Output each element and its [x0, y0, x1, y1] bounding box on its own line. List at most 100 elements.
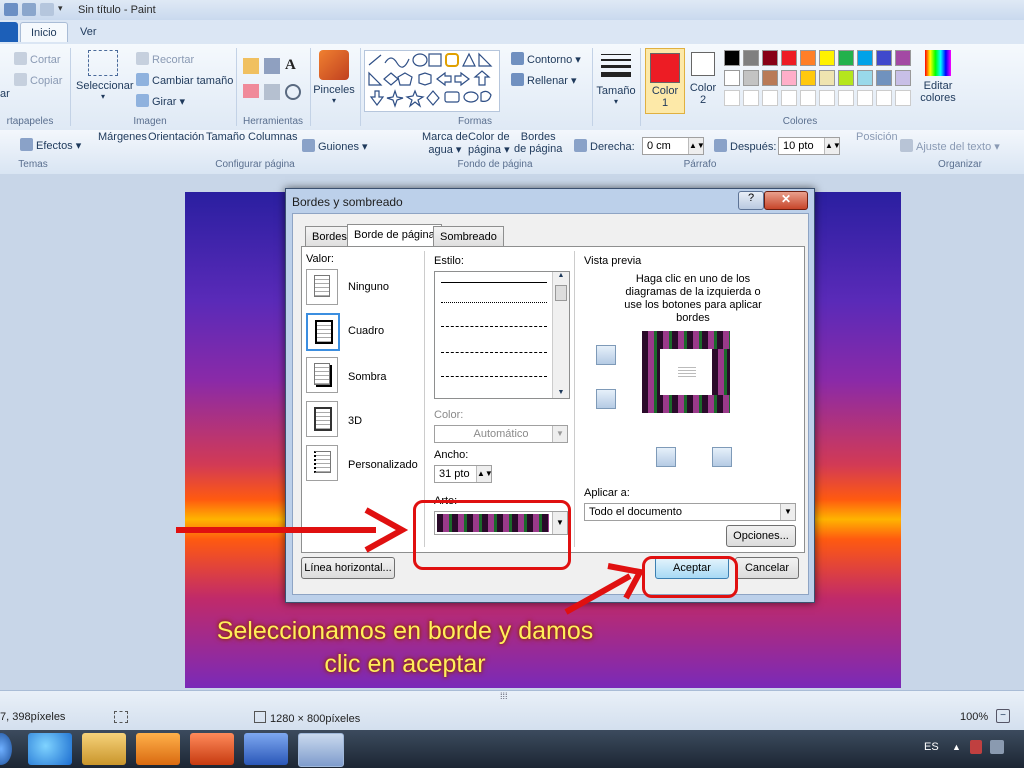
style-scrollbar[interactable]: ▲ ▼	[552, 272, 569, 398]
resize-grip-icon[interactable]: ⁞⁞⁞	[500, 691, 508, 701]
paste-label[interactable]: ar	[0, 88, 10, 100]
columns-button[interactable]: Columnas	[248, 131, 298, 143]
color-swatch[interactable]	[876, 50, 892, 66]
tab-borde-de-pagina[interactable]: Borde de página	[347, 224, 442, 247]
tab-sombreado[interactable]: Sombreado	[433, 226, 504, 246]
help-button[interactable]: ?	[738, 191, 764, 210]
orientation-button[interactable]: Orientación	[148, 131, 204, 143]
watermark-button[interactable]: Marca de agua ▾	[422, 131, 468, 156]
custom-color-slot[interactable]	[781, 90, 797, 106]
internet-explorer-icon[interactable]	[28, 733, 72, 765]
effects-button[interactable]: Efectos ▾	[20, 138, 81, 152]
color-swatch[interactable]	[819, 50, 835, 66]
color-swatch[interactable]	[781, 50, 797, 66]
custom-color-slot[interactable]	[819, 90, 835, 106]
rotate-button[interactable]: Girar ▾	[136, 94, 185, 108]
magnifier-icon[interactable]	[285, 84, 301, 100]
width-select[interactable]: 31 pto ▲▼	[434, 465, 493, 483]
customize-quick-access-icon[interactable]: ▾	[58, 3, 72, 16]
color-swatch[interactable]	[876, 70, 892, 86]
color-swatch[interactable]	[819, 70, 835, 86]
text-tool-icon[interactable]: A	[285, 57, 296, 74]
custom-color-slot[interactable]	[762, 90, 778, 106]
start-button[interactable]	[0, 733, 12, 765]
custom-color-slot[interactable]	[857, 90, 873, 106]
setting-3d-label[interactable]: 3D	[348, 415, 362, 427]
apply-to-select[interactable]: Todo el documento ▼	[584, 503, 796, 521]
show-hidden-icons-icon[interactable]: ▲	[952, 742, 961, 752]
setting-custom-icon[interactable]	[306, 445, 338, 481]
setting-custom-label[interactable]: Personalizado	[348, 459, 418, 471]
copy-button[interactable]: Copiar	[14, 73, 62, 87]
paint-menu-icon[interactable]	[4, 3, 18, 16]
select-button[interactable]: Seleccionar ▾	[76, 50, 133, 101]
bottom-border-button[interactable]	[596, 389, 616, 409]
file-menu-button[interactable]	[0, 22, 18, 42]
color-swatch[interactable]	[800, 70, 816, 86]
color-swatch[interactable]	[724, 50, 740, 66]
chevron-down-icon[interactable]: ▼	[780, 504, 795, 520]
color-swatch[interactable]	[838, 50, 854, 66]
color-swatch[interactable]	[857, 70, 873, 86]
custom-color-slot[interactable]	[895, 90, 911, 106]
right-border-button[interactable]	[712, 447, 732, 467]
setting-box-icon[interactable]	[306, 313, 340, 351]
word-icon[interactable]	[244, 733, 288, 765]
network-icon[interactable]	[990, 740, 1004, 754]
tab-ver[interactable]: Ver	[70, 22, 107, 42]
custom-color-slot[interactable]	[838, 90, 854, 106]
custom-color-slot[interactable]	[743, 90, 759, 106]
color2-button[interactable]: Color 2	[686, 52, 720, 106]
cancel-button[interactable]: Cancelar	[735, 557, 799, 579]
chevron-down-icon[interactable]: ▼	[552, 426, 567, 442]
color-picker-icon[interactable]	[264, 84, 280, 100]
color-select[interactable]: Automático ▼	[434, 425, 568, 443]
color1-button[interactable]: Color 1	[645, 48, 685, 114]
position-button[interactable]: Posición	[856, 131, 898, 143]
tab-inicio[interactable]: Inicio	[20, 22, 68, 42]
color-swatch[interactable]	[800, 50, 816, 66]
options-button[interactable]: Opciones...	[726, 525, 796, 547]
wrap-text-button[interactable]: Ajuste del texto ▾	[900, 139, 1000, 153]
undo-icon[interactable]	[22, 3, 36, 16]
color-swatch[interactable]	[895, 70, 911, 86]
setting-3d-icon[interactable]	[306, 401, 338, 437]
cut-button[interactable]: Cortar	[14, 52, 61, 66]
color-swatch[interactable]	[781, 70, 797, 86]
color-swatch[interactable]	[724, 70, 740, 86]
color-swatch[interactable]	[743, 70, 759, 86]
spacing-after-input[interactable]: 10 pto ▲▼	[778, 137, 841, 155]
left-border-button[interactable]	[656, 447, 676, 467]
media-player-icon[interactable]	[136, 733, 180, 765]
zoom-out-icon[interactable]: −	[996, 709, 1010, 723]
top-border-button[interactable]	[596, 345, 616, 365]
language-indicator[interactable]: ES	[924, 741, 939, 753]
horizontal-line-button[interactable]: Línea horizontal...	[301, 557, 395, 579]
color-swatch[interactable]	[762, 70, 778, 86]
scroll-thumb[interactable]	[555, 285, 567, 301]
page-borders-button[interactable]: Bordes de página	[514, 131, 562, 155]
eraser-icon[interactable]	[243, 84, 259, 98]
fill-bucket-icon[interactable]	[264, 58, 280, 74]
hyphens-button[interactable]: Guiones ▾	[302, 139, 368, 153]
outline-button[interactable]: Contorno ▾	[511, 52, 581, 66]
style-list[interactable]: ▲ ▼	[434, 271, 570, 399]
crop-button[interactable]: Recortar	[136, 52, 194, 66]
brushes-button[interactable]: Pinceles ▾	[312, 50, 356, 105]
close-button[interactable]: ✕	[764, 191, 808, 210]
color-swatch[interactable]	[895, 50, 911, 66]
page-color-button[interactable]: Color de página ▾	[468, 131, 510, 156]
setting-none-icon[interactable]	[306, 269, 338, 305]
color-swatch[interactable]	[743, 50, 759, 66]
color-swatch[interactable]	[762, 50, 778, 66]
custom-color-slot[interactable]	[724, 90, 740, 106]
action-center-icon[interactable]	[970, 740, 982, 754]
margins-button[interactable]: Márgenes	[98, 131, 147, 143]
spinner-icon[interactable]: ▲▼	[824, 138, 841, 154]
paint-icon[interactable]	[298, 733, 344, 767]
shapes-gallery[interactable]	[364, 50, 500, 112]
setting-box-label[interactable]: Cuadro	[348, 325, 384, 337]
setting-shadow-icon[interactable]	[306, 357, 338, 393]
setting-none-label[interactable]: Ninguno	[348, 281, 389, 293]
indent-right-input[interactable]: 0 cm ▲▼	[642, 137, 705, 155]
